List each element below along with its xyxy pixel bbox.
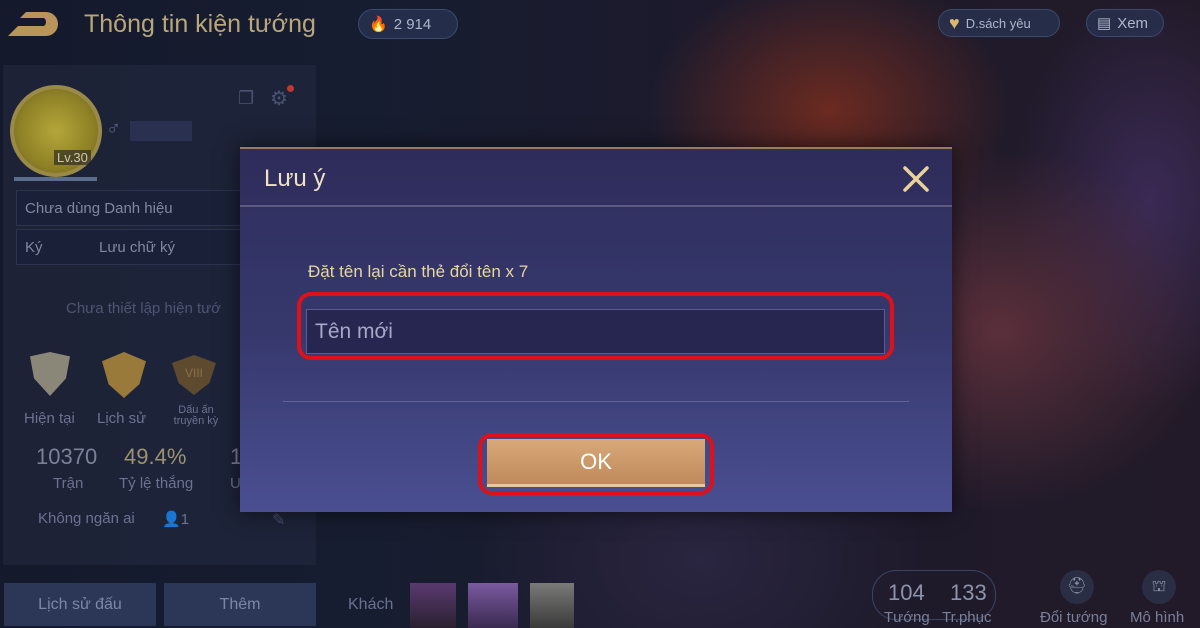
more-button[interactable]: Thêm [164, 583, 316, 626]
roman-numeral: VIII [184, 366, 203, 380]
helmet-icon[interactable]: ⛑ [1060, 570, 1094, 604]
dialog-divider [283, 401, 909, 402]
heroes-count: 104 [888, 580, 925, 605]
friend-count: 1 [180, 511, 190, 528]
list-icon: ▤ [1097, 15, 1112, 32]
favorites-label: D.sách yêu [965, 15, 1031, 31]
skins-label: Tr.phục [942, 609, 992, 626]
notification-dot [287, 85, 294, 92]
hero-showcase-placeholder: Chưa thiết lập hiện tướ [66, 300, 222, 317]
model-button[interactable]: Mô hình [1130, 609, 1184, 626]
guest-avatar-2[interactable] [468, 583, 518, 628]
new-name-input[interactable] [306, 309, 885, 354]
dialog-title: Lưu ý [264, 165, 326, 192]
exp-bar [14, 177, 97, 181]
winrate-label: Tỷ lệ thắng [119, 475, 194, 492]
match-history-button[interactable]: Lịch sử đấu [4, 583, 156, 626]
skins-count: 133 [950, 580, 987, 605]
view-label: Xem [1117, 14, 1149, 32]
heart-icon: ♥ [949, 12, 960, 33]
matches-label: Trận [53, 475, 84, 492]
view-button[interactable]: ▤ Xem [1086, 9, 1164, 37]
guest-label: Khách [348, 596, 394, 613]
ok-button[interactable]: OK [487, 439, 705, 487]
settings-icon[interactable]: ⚙ [270, 86, 288, 111]
rank-history-label: Lịch sử [97, 410, 147, 427]
change-hero-button[interactable]: Đổi tướng [1040, 609, 1107, 626]
guest-avatar-3[interactable] [530, 583, 574, 628]
rank-current-label: Hiện tại [24, 410, 75, 427]
fire-count: 2 914 [393, 15, 432, 33]
edit-icon[interactable]: ✎ [272, 510, 285, 530]
rename-dialog: Lưu ý Đặt tên lại cần thẻ đổi tên x 7 OK [240, 147, 952, 512]
block-setting[interactable]: Không ngăn ai [38, 510, 135, 527]
favorites-button[interactable]: ♥ D.sách yêu [938, 9, 1060, 37]
dialog-header [240, 149, 952, 207]
title-text: Chưa dùng Danh hiệu [25, 199, 173, 217]
page-title: Thông tin kiện tướng [84, 10, 316, 38]
matches-value: 10370 [36, 444, 98, 469]
fire-counter: 🔥 2 914 [358, 9, 458, 39]
person-icon: 👤 [162, 511, 181, 528]
heroes-label: Tướng [884, 609, 930, 626]
winrate-value: 49.4% [124, 444, 187, 469]
signature-value: Lưu chữ ký [99, 238, 175, 256]
male-icon: ♂ [106, 118, 121, 140]
legendary-mark-label: Dấu ấn truyền kỳ [173, 404, 219, 427]
player-name-redacted [130, 121, 192, 141]
rename-message: Đặt tên lại cần thẻ đổi tên x 7 [308, 262, 529, 281]
back-icon[interactable] [4, 10, 58, 38]
copy-icon[interactable]: ❐ [238, 88, 254, 109]
fire-icon: 🔥 [369, 16, 388, 33]
signature-label: Ký [25, 238, 43, 256]
guest-avatar-1[interactable] [410, 583, 456, 628]
level-badge: Lv.30 [54, 150, 91, 165]
model-icon[interactable]: ⛫ [1142, 570, 1176, 604]
close-icon[interactable] [902, 165, 930, 193]
